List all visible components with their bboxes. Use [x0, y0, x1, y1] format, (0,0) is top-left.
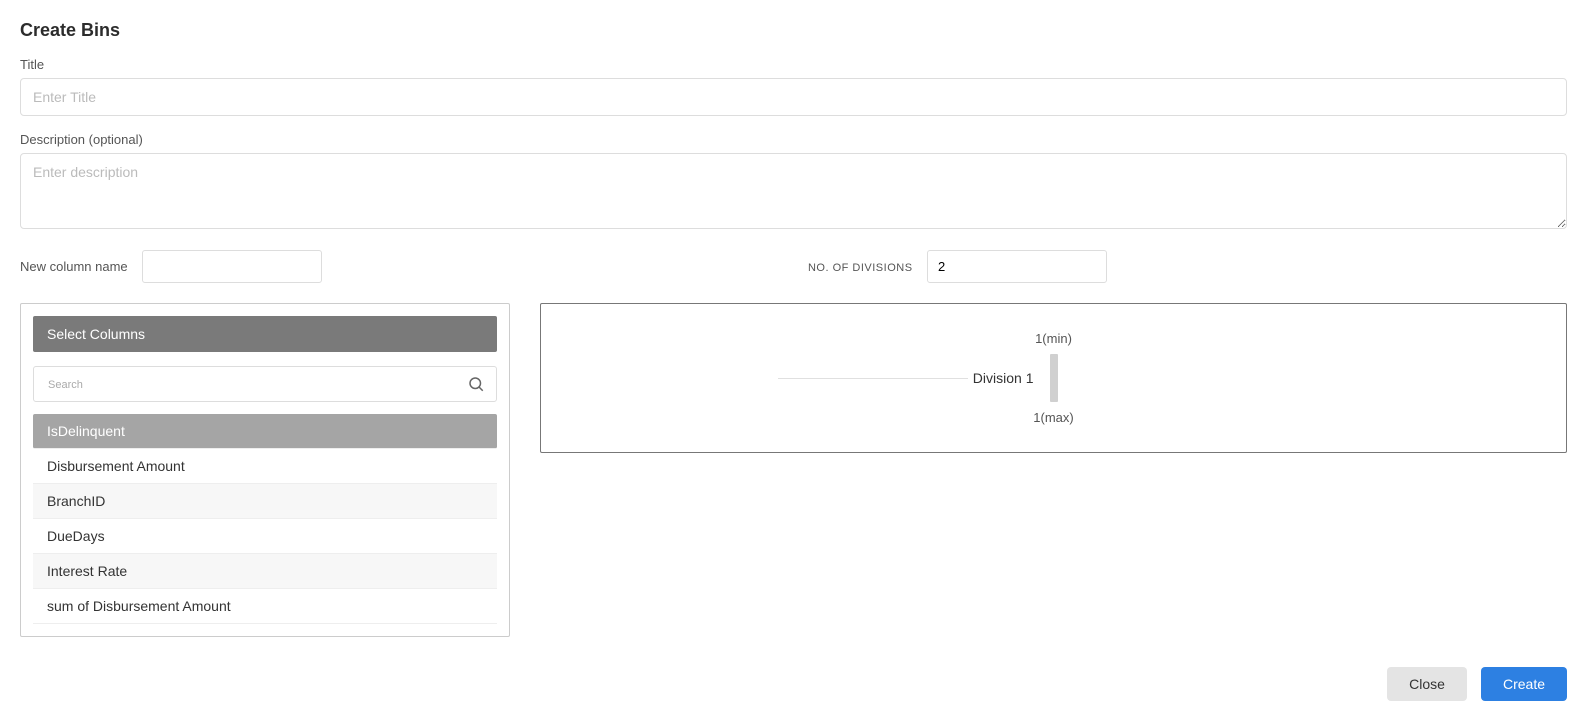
select-columns-panel: Select Columns IsDelinquent Disbursement…	[20, 303, 510, 637]
column-item-disbursement-amount[interactable]: Disbursement Amount	[33, 449, 497, 484]
column-item-sum-disbursement[interactable]: sum of Disbursement Amount	[33, 589, 497, 624]
divisions-label: NO. OF DIVISIONS	[808, 262, 913, 274]
description-label: Description (optional)	[20, 132, 1567, 147]
column-list: IsDelinquent Disbursement Amount BranchI…	[33, 414, 497, 624]
column-item-branchid[interactable]: BranchID	[33, 484, 497, 519]
create-button[interactable]: Create	[1481, 667, 1567, 701]
search-icon	[467, 375, 485, 393]
new-column-label: New column name	[20, 259, 128, 274]
divisions-input[interactable]	[927, 250, 1107, 283]
title-label: Title	[20, 57, 1567, 72]
close-button[interactable]: Close	[1387, 667, 1467, 701]
division-bar[interactable]	[1050, 354, 1058, 402]
column-item-isdelinquent[interactable]: IsDelinquent	[33, 414, 497, 449]
division-min-label: 1(min)	[1035, 331, 1072, 346]
division-separator	[778, 378, 968, 379]
select-columns-header: Select Columns	[33, 316, 497, 352]
page-title: Create Bins	[20, 20, 1567, 41]
search-input[interactable]	[33, 366, 497, 402]
title-input[interactable]	[20, 78, 1567, 116]
divisions-preview-panel: 1(min) Division 1 1(max)	[540, 303, 1567, 453]
column-item-duedays[interactable]: DueDays	[33, 519, 497, 554]
division-1-label: Division 1	[973, 370, 1034, 386]
description-input[interactable]	[20, 153, 1567, 229]
division-max-label: 1(max)	[1033, 410, 1073, 425]
new-column-input[interactable]	[142, 250, 322, 283]
column-item-interest-rate[interactable]: Interest Rate	[33, 554, 497, 589]
